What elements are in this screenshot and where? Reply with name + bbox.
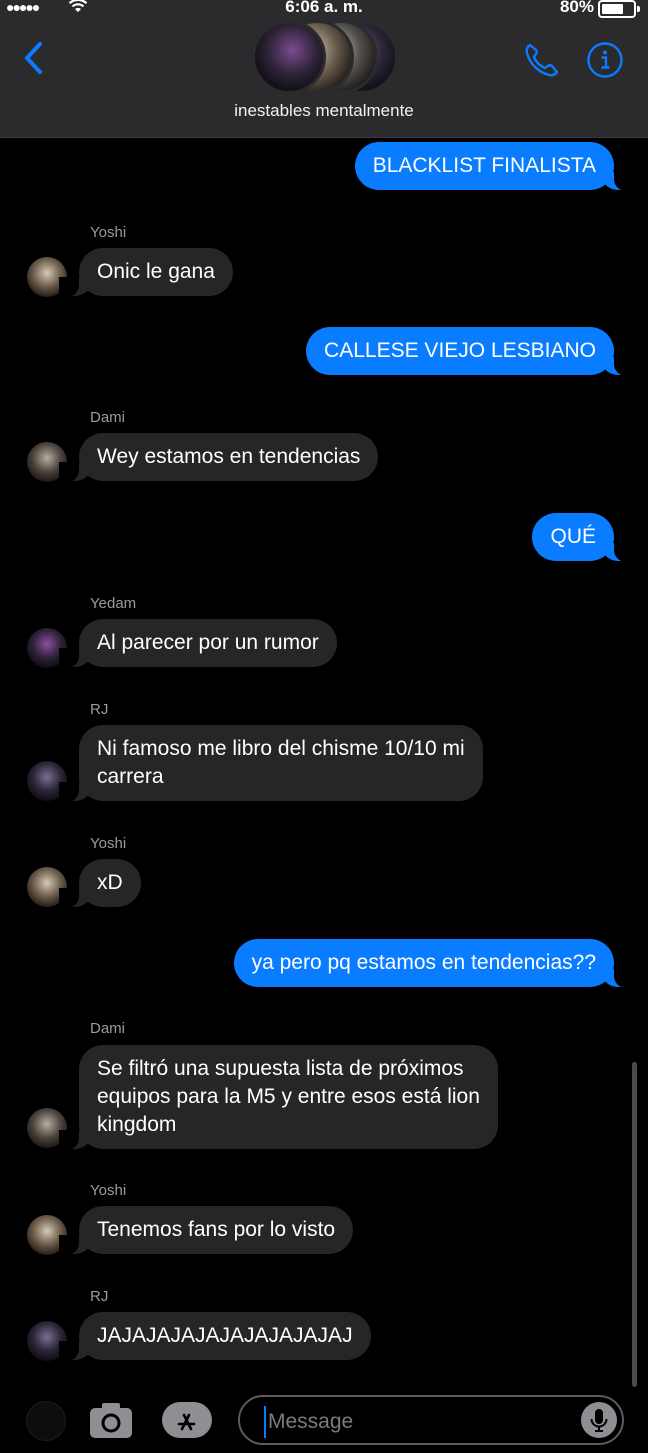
status-bar: ●●●●● 6:06 a. m. 80% bbox=[0, 0, 648, 20]
sender-name: Yoshi bbox=[90, 1182, 127, 1199]
scrollbar[interactable] bbox=[632, 1062, 637, 1387]
info-icon bbox=[587, 42, 623, 78]
sender-name: RJ bbox=[90, 701, 109, 718]
compose-bar bbox=[0, 1390, 648, 1453]
sender-name: Dami bbox=[90, 1020, 126, 1037]
battery-percent: 80% bbox=[559, 0, 594, 16]
sender-name: Yoshi bbox=[90, 835, 127, 852]
back-button[interactable] bbox=[20, 38, 50, 78]
battery-icon bbox=[598, 0, 640, 18]
avatar bbox=[252, 20, 326, 94]
message-bubble-outgoing[interactable]: ya pero pq estamos en tendencias?? bbox=[233, 939, 635, 988]
group-name[interactable]: inestables mentalmente bbox=[0, 101, 648, 121]
message-bubble-incoming[interactable]: JAJAJAJAJAJAJAJAJAJAJ bbox=[59, 1312, 371, 1361]
message-bubble-incoming[interactable]: Tenemos fans por lo visto bbox=[58, 1206, 354, 1255]
message-bubble-incoming[interactable]: Wey estamos en tendencias bbox=[58, 433, 379, 482]
digital-touch-button[interactable] bbox=[26, 1401, 66, 1441]
message-bubble-incoming[interactable]: xD bbox=[59, 859, 141, 908]
microphone-icon bbox=[590, 1409, 608, 1432]
call-button[interactable] bbox=[522, 40, 562, 80]
message-input[interactable] bbox=[264, 1406, 570, 1438]
message-bubble-incoming[interactable]: Al parecer por un rumor bbox=[59, 619, 337, 668]
dictation-button[interactable] bbox=[581, 1402, 617, 1438]
app-store-icon bbox=[177, 1413, 196, 1431]
sender-name: Dami bbox=[90, 409, 126, 426]
sender-name: RJ bbox=[90, 1288, 109, 1305]
status-time: 6:06 a. m. bbox=[285, 0, 363, 16]
conversation-header: ●●●●● 6:06 a. m. 80% inestables mentalme… bbox=[0, 0, 648, 138]
group-avatar-stack[interactable] bbox=[252, 20, 402, 94]
message-bubble-outgoing[interactable]: CALLESE VIEJO LESBIANO bbox=[306, 327, 634, 376]
phone-icon bbox=[525, 43, 559, 77]
camera-button[interactable] bbox=[88, 1400, 134, 1440]
message-bubble-incoming[interactable]: Se filtró una supuesta lista de próximos… bbox=[59, 1045, 498, 1150]
chevron-left-icon bbox=[25, 42, 42, 74]
message-bubble-incoming[interactable]: Onic le gana bbox=[59, 248, 233, 297]
message-bubble-outgoing[interactable]: BLACKLIST FINALISTA bbox=[354, 142, 635, 191]
message-bubble-incoming[interactable]: Ni famoso me libro del chisme 10/10 mi c… bbox=[59, 725, 483, 802]
sender-name: Yedam bbox=[90, 595, 137, 612]
message-field[interactable] bbox=[238, 1395, 624, 1445]
camera-icon bbox=[90, 1403, 132, 1438]
sender-name: Yoshi bbox=[90, 224, 127, 241]
message-bubble-outgoing[interactable]: QUÉ bbox=[532, 513, 634, 562]
battery-level bbox=[602, 4, 623, 14]
info-button[interactable] bbox=[586, 41, 624, 79]
app-store-button[interactable] bbox=[162, 1402, 212, 1438]
